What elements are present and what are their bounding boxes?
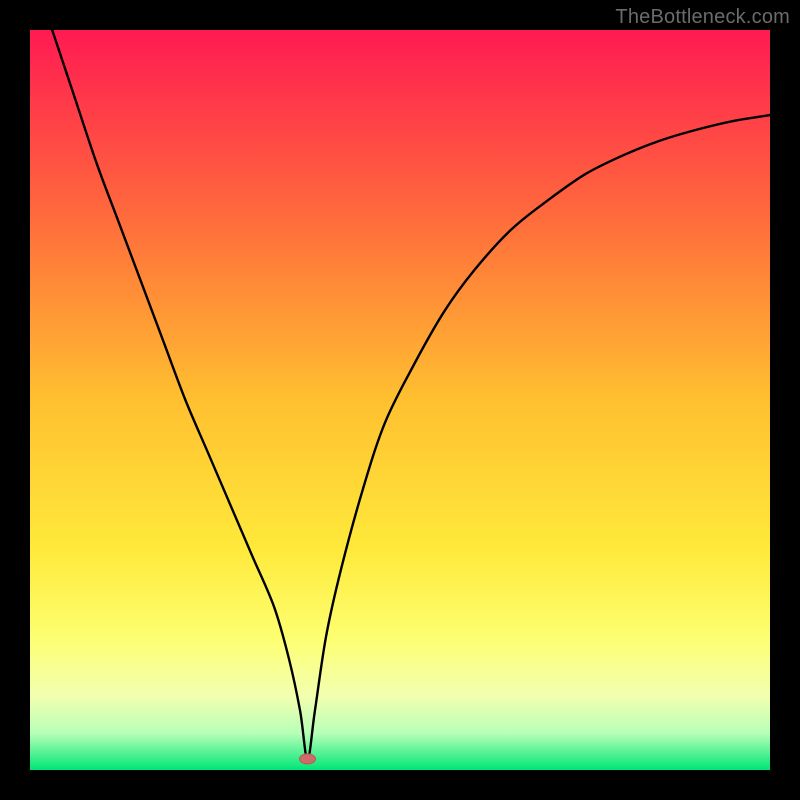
plot-area: [30, 30, 770, 770]
optimum-marker: [300, 754, 316, 764]
chart-frame: TheBottleneck.com: [0, 0, 800, 800]
chart-svg: [30, 30, 770, 770]
watermark-text: TheBottleneck.com: [615, 6, 790, 29]
